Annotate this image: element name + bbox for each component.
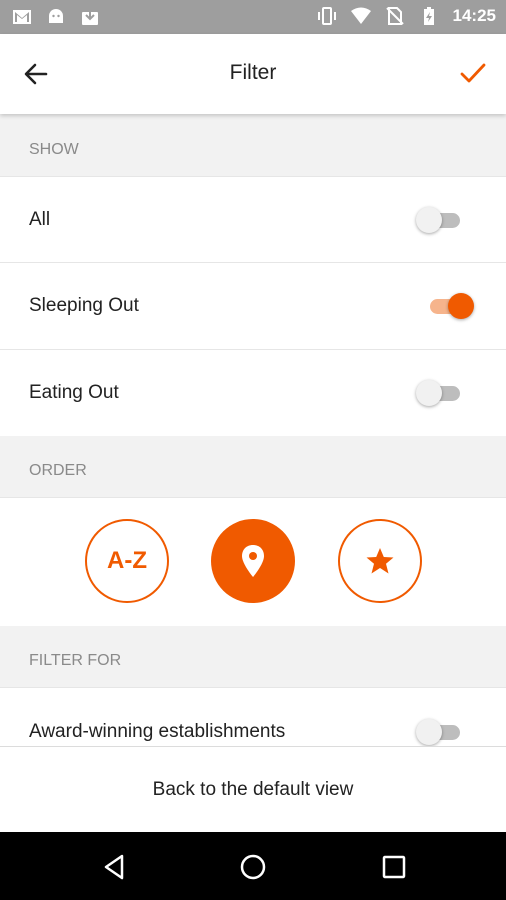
battery-charging-icon xyxy=(423,7,434,25)
section-title: SHOW xyxy=(29,141,79,158)
section-title: FILTER FOR xyxy=(29,652,122,669)
home-circle-icon[interactable] xyxy=(238,852,268,882)
gmail-icon xyxy=(13,10,31,24)
toggle-thumb xyxy=(416,380,442,406)
back-triangle-icon[interactable] xyxy=(100,852,130,882)
status-bar: 14:25 xyxy=(0,0,506,34)
section-header-filter-for: FILTER FOR xyxy=(0,626,506,687)
section-title: ORDER xyxy=(29,462,87,479)
app-bar: Filter xyxy=(0,34,506,114)
star-icon xyxy=(366,548,394,574)
filter-label: Award-winning establishments xyxy=(29,721,286,742)
toggle-eating-out[interactable] xyxy=(416,378,466,408)
vibrate-icon xyxy=(317,7,336,25)
page-title: Filter xyxy=(229,61,277,84)
toggle-all[interactable] xyxy=(416,205,466,235)
order-options: A-Z xyxy=(0,497,506,627)
filter-row-sleeping-out[interactable]: Sleeping Out xyxy=(0,262,506,350)
wifi-icon xyxy=(350,7,371,24)
android-icon xyxy=(49,9,63,23)
filter-label: Eating Out xyxy=(29,382,119,403)
download-icon xyxy=(82,9,98,25)
reset-default-view-button[interactable]: Back to the default view xyxy=(0,779,506,801)
filter-row-all[interactable]: All xyxy=(0,176,506,263)
no-sim-icon xyxy=(385,7,404,25)
toggle-sleeping-out[interactable] xyxy=(424,291,474,321)
section-header-show: SHOW xyxy=(0,114,506,176)
filter-label: All xyxy=(29,209,51,230)
toggle-thumb xyxy=(416,207,442,233)
filter-row-eating-out[interactable]: Eating Out xyxy=(0,349,506,436)
sort-alphabetical-label: A-Z xyxy=(107,547,147,574)
check-icon[interactable] xyxy=(458,58,488,88)
sort-alphabetical-button[interactable]: A-Z xyxy=(85,519,169,603)
footer: Back to the default view xyxy=(0,746,506,833)
toggle-award-winning[interactable] xyxy=(416,717,466,747)
toggle-thumb xyxy=(416,719,442,745)
sort-distance-button[interactable] xyxy=(211,519,295,603)
clock: 14:25 xyxy=(452,6,496,25)
system-nav-bar xyxy=(0,832,506,900)
toggle-thumb xyxy=(448,293,474,319)
sort-rating-button[interactable] xyxy=(338,519,422,603)
section-header-order: ORDER xyxy=(0,436,506,497)
recents-square-icon[interactable] xyxy=(379,852,409,882)
location-pin-icon xyxy=(242,545,264,577)
filter-label: Sleeping Out xyxy=(29,295,139,316)
filter-row-award-winning[interactable]: Award-winning establishments xyxy=(0,687,506,747)
